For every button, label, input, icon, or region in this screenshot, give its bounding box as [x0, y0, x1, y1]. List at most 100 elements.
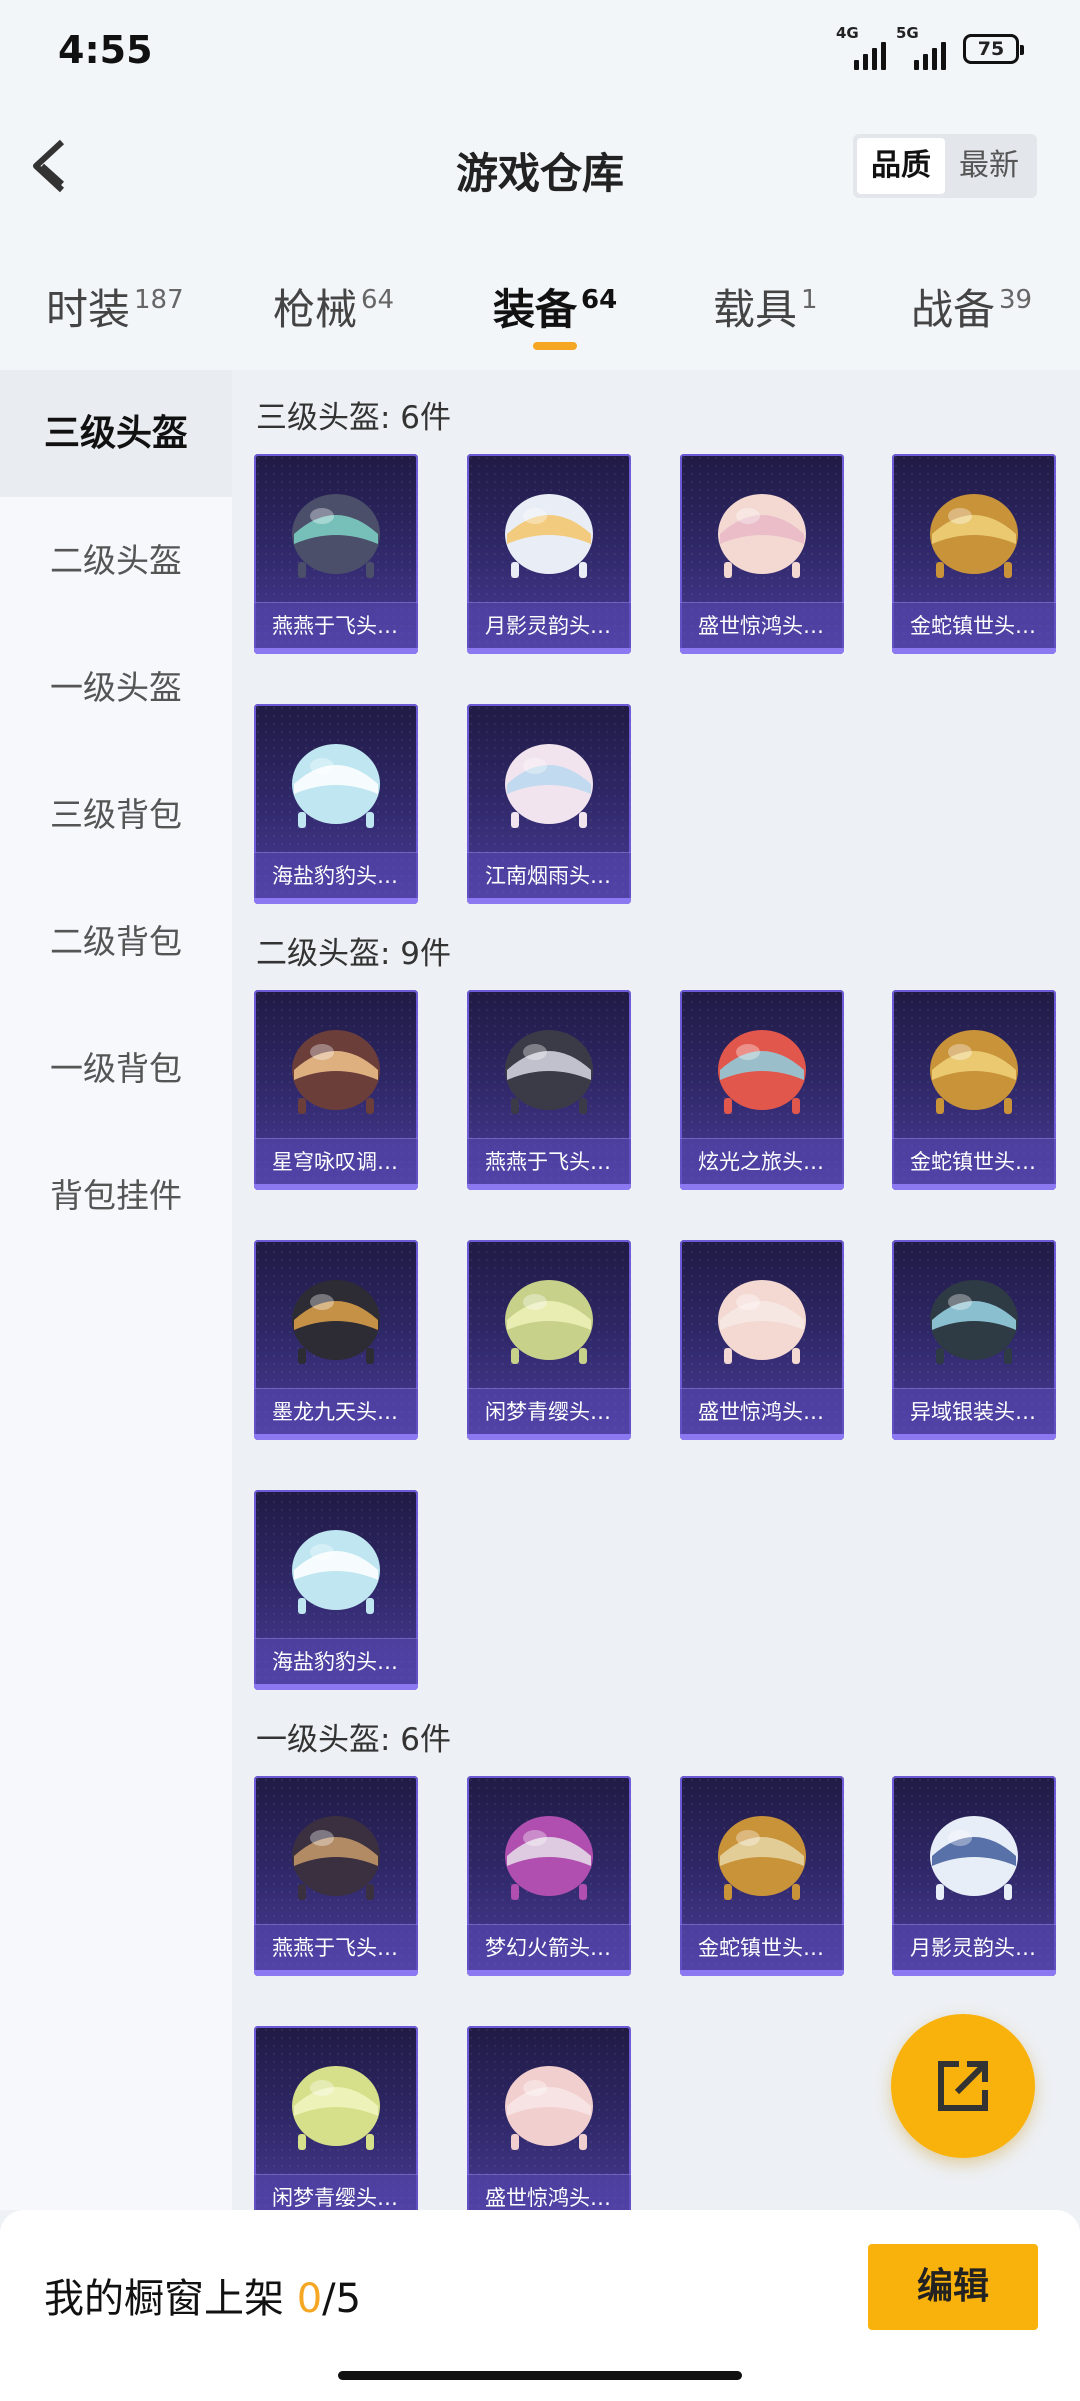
quality-bar [892, 648, 1056, 654]
item-card[interactable]: 月影灵韵头… [467, 454, 631, 654]
quality-bar [254, 1970, 418, 1976]
helmet-icon [930, 1280, 1018, 1364]
item-card[interactable]: 闲梦青缨头… [254, 2026, 418, 2210]
item-card[interactable]: 盛世惊鸿头… [680, 454, 844, 654]
sort-quality-button[interactable]: 品质 [857, 138, 945, 194]
helmet-icon [292, 744, 380, 828]
sidebar-item-level1-backpack[interactable]: 一级背包 [0, 1005, 232, 1132]
tab-equipment[interactable]: 装备 64 [493, 276, 617, 350]
edit-button[interactable]: 编辑 [868, 2244, 1038, 2330]
item-name: 异域银装头… [892, 1388, 1056, 1434]
sort-toggle: 品质 最新 [853, 134, 1037, 198]
helmet-icon [505, 494, 593, 578]
tab-gear[interactable]: 战备 39 [911, 276, 1032, 337]
item-name: 江南烟雨头… [467, 852, 631, 898]
sidebar-item-backpack-charm[interactable]: 背包挂件 [0, 1132, 232, 1259]
helmet-icon [505, 1280, 593, 1364]
share-external-icon [938, 2061, 988, 2111]
sort-newest-button[interactable]: 最新 [945, 138, 1033, 194]
sidebar-item-level3-backpack[interactable]: 三级背包 [0, 751, 232, 878]
helmet-icon [292, 1280, 380, 1364]
quality-bar [680, 1434, 844, 1440]
helmet-icon [718, 1280, 806, 1364]
quality-bar [680, 1970, 844, 1976]
item-name: 炫光之旅头… [680, 1138, 844, 1184]
item-card[interactable]: 金蛇镇世头… [892, 990, 1056, 1190]
tab-weapons[interactable]: 枪械 64 [273, 276, 394, 337]
item-card[interactable]: 炫光之旅头… [680, 990, 844, 1190]
quality-bar [467, 898, 631, 904]
item-name: 闲梦青缨头… [254, 2174, 418, 2210]
item-name: 盛世惊鸿头… [680, 602, 844, 648]
top-bar: 游戏仓库 品质 最新 [0, 100, 1080, 230]
item-card[interactable]: 燕燕于飞头… [254, 1776, 418, 1976]
status-bar: 4:55 4G 5G 75 [0, 0, 1080, 100]
item-name: 星穹咏叹调… [254, 1138, 418, 1184]
item-card[interactable]: 盛世惊鸿头… [680, 1240, 844, 1440]
helmet-icon [930, 1030, 1018, 1114]
item-card[interactable]: 海盐豹豹头… [254, 1490, 418, 1690]
item-card[interactable]: 燕燕于飞头… [467, 990, 631, 1190]
signal-5g-icon: 5G [896, 24, 946, 70]
helmet-icon [292, 1030, 380, 1114]
section-title: 二级头盔: 9件 [256, 936, 452, 972]
share-button[interactable] [891, 2014, 1035, 2158]
item-name: 金蛇镇世头… [680, 1924, 844, 1970]
helmet-icon [930, 494, 1018, 578]
item-name: 月影灵韵头… [467, 602, 631, 648]
sidebar-item-level3-helmet[interactable]: 三级头盔 [0, 370, 232, 497]
sidebar-item-level1-helmet[interactable]: 一级头盔 [0, 624, 232, 751]
quality-bar [467, 648, 631, 654]
helmet-icon [718, 1030, 806, 1114]
item-card[interactable]: 盛世惊鸿头… [467, 2026, 631, 2210]
item-name: 金蛇镇世头… [892, 1138, 1056, 1184]
helmet-icon [505, 1816, 593, 1900]
home-indicator[interactable] [338, 2371, 742, 2380]
quality-bar [254, 648, 418, 654]
quality-bar [467, 1184, 631, 1190]
helmet-icon [505, 744, 593, 828]
section-title: 一级头盔: 6件 [256, 1722, 452, 1758]
item-name: 月影灵韵头… [892, 1924, 1056, 1970]
item-card[interactable]: 闲梦青缨头… [467, 1240, 631, 1440]
quality-bar [892, 1970, 1056, 1976]
helmet-icon [292, 1816, 380, 1900]
tab-fashion[interactable]: 时装 187 [46, 276, 184, 337]
item-card[interactable]: 梦幻火箭头… [467, 1776, 631, 1976]
item-card[interactable]: 江南烟雨头… [467, 704, 631, 904]
quality-bar [254, 898, 418, 904]
item-grid-area: 三级头盔: 6件 二级头盔: 9件 一级头盔: 6件 燕燕于飞头… 月影灵韵头… 盛… [232, 370, 1080, 2210]
quality-bar [680, 1184, 844, 1190]
sidebar-item-level2-helmet[interactable]: 二级头盔 [0, 497, 232, 624]
showcase-count: 我的橱窗上架 0/5 [44, 2276, 362, 2322]
item-name: 盛世惊鸿头… [467, 2174, 631, 2210]
item-card[interactable]: 异域银装头… [892, 1240, 1056, 1440]
clock: 4:55 [58, 28, 153, 72]
quality-bar [254, 1684, 418, 1690]
item-name: 海盐豹豹头… [254, 852, 418, 898]
item-card[interactable]: 星穹咏叹调… [254, 990, 418, 1190]
item-card[interactable]: 墨龙九天头… [254, 1240, 418, 1440]
quality-bar [892, 1434, 1056, 1440]
helmet-icon [930, 1816, 1018, 1900]
item-name: 梦幻火箭头… [467, 1924, 631, 1970]
battery-icon: 75 [963, 34, 1024, 64]
sidebar: 三级头盔 二级头盔 一级头盔 三级背包 二级背包 一级背包 背包挂件 [0, 370, 232, 2210]
helmet-icon [718, 1816, 806, 1900]
helmet-icon [292, 494, 380, 578]
item-card[interactable]: 月影灵韵头… [892, 1776, 1056, 1976]
item-card[interactable]: 海盐豹豹头… [254, 704, 418, 904]
quality-bar [680, 648, 844, 654]
helmet-icon [292, 1530, 380, 1614]
section-title: 三级头盔: 6件 [256, 400, 452, 436]
quality-bar [467, 1970, 631, 1976]
item-name: 燕燕于飞头… [254, 602, 418, 648]
sidebar-item-level2-backpack[interactable]: 二级背包 [0, 878, 232, 1005]
category-tabs: 时装 187 枪械 64 装备 64 载具 1 战备 39 [0, 230, 1080, 370]
tab-vehicles[interactable]: 载具 1 [713, 276, 818, 337]
item-card[interactable]: 燕燕于飞头… [254, 454, 418, 654]
item-card[interactable]: 金蛇镇世头… [892, 454, 1056, 654]
helmet-icon [505, 2066, 593, 2150]
item-name: 盛世惊鸿头… [680, 1388, 844, 1434]
item-card[interactable]: 金蛇镇世头… [680, 1776, 844, 1976]
